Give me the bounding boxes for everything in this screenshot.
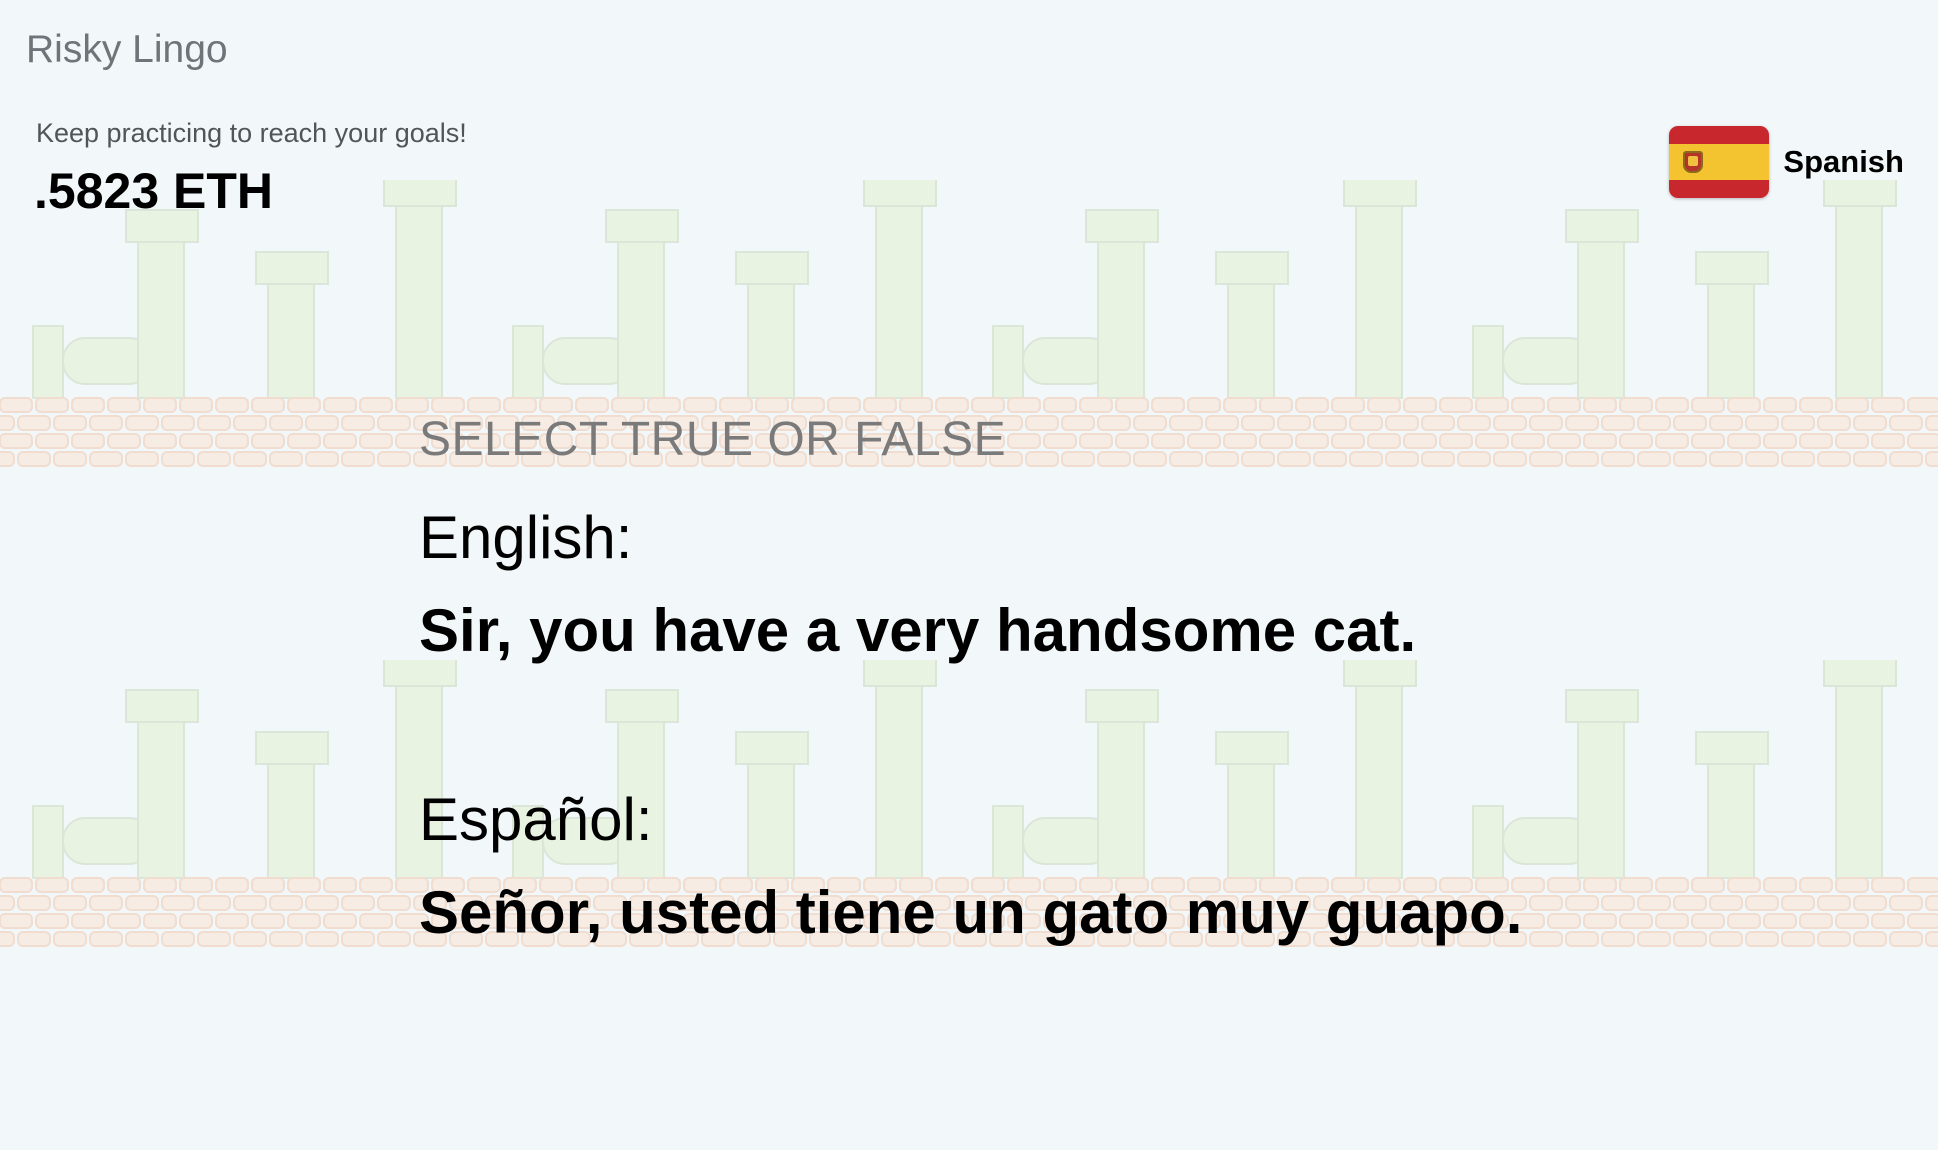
eth-balance: .5823 ETH	[34, 163, 274, 219]
language-label: Spanish	[1783, 144, 1904, 179]
instruction-heading: SELECT TRUE OR FALSE	[419, 413, 1007, 466]
language-selector[interactable]: Spanish	[1669, 126, 1904, 198]
spanish-block: Español: Señor, usted tiene un gato muy …	[419, 785, 1719, 947]
english-block: English: Sir, you have a very handsome c…	[419, 503, 1719, 665]
spanish-label: Español:	[419, 786, 653, 853]
spain-flag-icon	[1669, 126, 1770, 198]
app-title[interactable]: Risky Lingo	[26, 28, 228, 72]
english-sentence: Sir, you have a very handsome cat.	[419, 597, 1417, 664]
question-panel: SELECT TRUE OR FALSE English: Sir, you h…	[419, 412, 1719, 947]
motivation-tagline: Keep practicing to reach your goals!	[36, 118, 467, 148]
english-label: English:	[419, 504, 633, 571]
spanish-sentence: Señor, usted tiene un gato muy guapo.	[419, 879, 1523, 946]
